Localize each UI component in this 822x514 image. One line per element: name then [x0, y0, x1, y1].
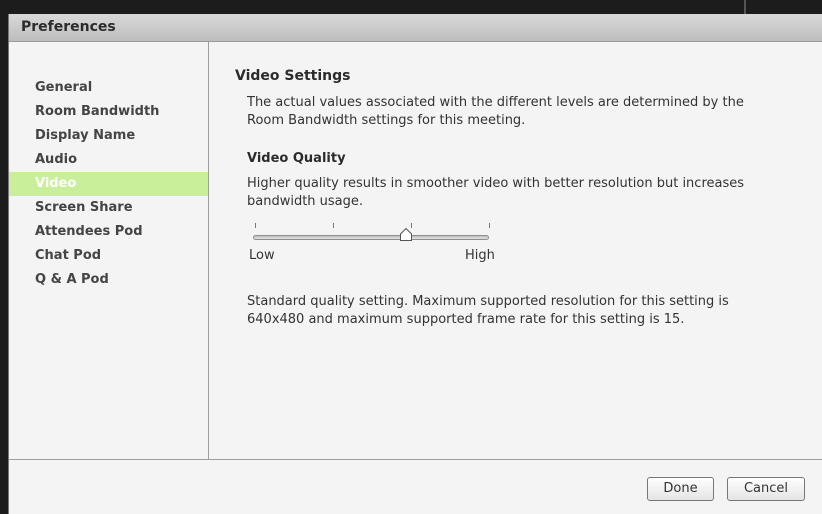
quality-status-line-1: Standard quality setting. Maximum suppor…	[247, 294, 729, 309]
quality-description-line-2: bandwidth usage.	[247, 194, 364, 209]
slider-min-label: Low	[249, 248, 275, 263]
sidebar-item-attendees-pod[interactable]: Attendees Pod	[9, 220, 208, 244]
dialog-titlebar[interactable]: Preferences	[9, 14, 822, 42]
quality-description-line-1: Higher quality results in smoother video…	[247, 176, 745, 191]
sidebar-item-chat-pod[interactable]: Chat Pod	[9, 244, 208, 268]
done-button[interactable]: Done	[647, 477, 714, 501]
video-quality-slider[interactable]	[253, 218, 495, 244]
video-settings-panel: Video Settings The actual values associa…	[209, 42, 822, 459]
quality-status-line-2: 640x480 and maximum supported frame rate…	[247, 312, 685, 327]
dialog-title: Preferences	[21, 19, 116, 35]
slider-tick	[333, 223, 334, 228]
sidebar-item-screen-share[interactable]: Screen Share	[9, 196, 208, 220]
intro-text-line-2: Room Bandwidth settings for this meeting…	[247, 113, 526, 128]
sidebar-item-room-bandwidth[interactable]: Room Bandwidth	[9, 100, 208, 124]
slider-track[interactable]	[253, 235, 489, 240]
intro-text-line-1: The actual values associated with the di…	[247, 95, 744, 110]
sidebar-item-video[interactable]: Video	[9, 172, 208, 196]
section-title: Video Settings	[235, 68, 351, 84]
slider-thumb[interactable]	[400, 228, 413, 241]
slider-tick	[489, 223, 490, 228]
sidebar-item-qa-pod[interactable]: Q & A Pod	[9, 268, 208, 292]
video-quality-heading: Video Quality	[247, 151, 346, 166]
sidebar-item-audio[interactable]: Audio	[9, 148, 208, 172]
cancel-button[interactable]: Cancel	[727, 477, 805, 501]
slider-tick	[255, 223, 256, 228]
preferences-sidebar: General Room Bandwidth Display Name Audi…	[9, 42, 209, 459]
background-window-edge	[744, 0, 746, 14]
sidebar-item-general[interactable]: General	[9, 76, 208, 100]
preferences-dialog: Preferences General Room Bandwidth Displ…	[8, 14, 822, 514]
dialog-footer: Done Cancel	[9, 459, 822, 514]
sidebar-item-display-name[interactable]: Display Name	[9, 124, 208, 148]
slider-max-label: High	[465, 248, 495, 263]
